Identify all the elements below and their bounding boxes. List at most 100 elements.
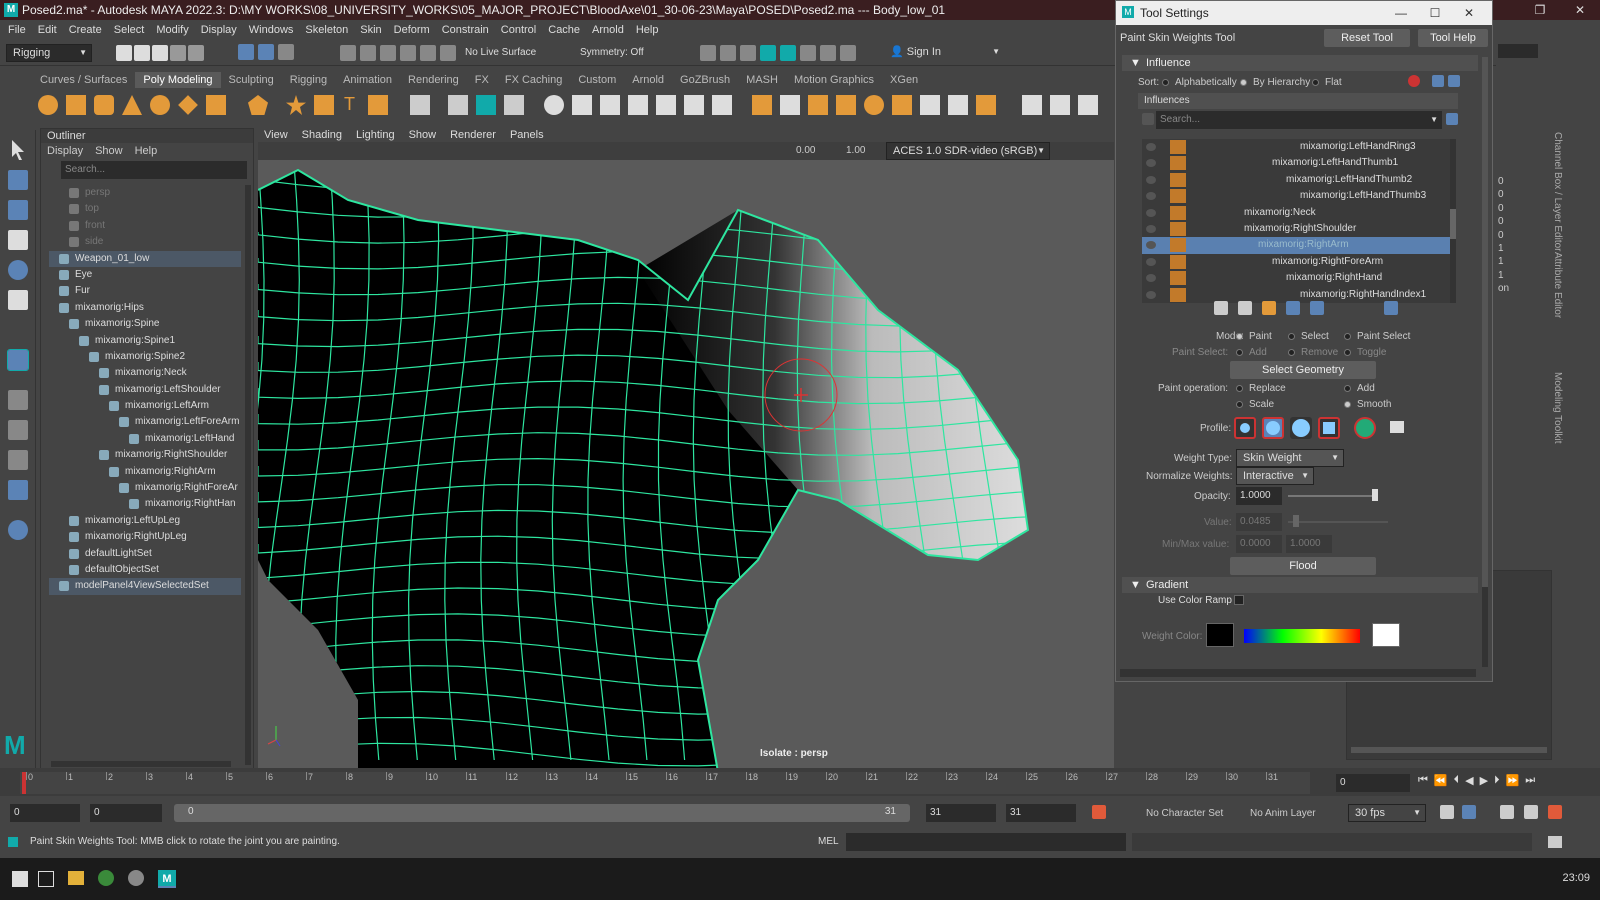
render-current-icon[interactable] [700, 45, 716, 61]
open-scene-icon[interactable] [134, 45, 150, 61]
script-language-label[interactable]: MEL [818, 832, 839, 852]
go-to-end-icon[interactable]: ⏭ [1525, 774, 1535, 792]
outliner-item[interactable]: top [49, 201, 241, 217]
influence-item[interactable]: mixamorig:RightHand [1142, 270, 1454, 286]
range-slider-bar[interactable]: 0 31 [174, 804, 910, 822]
influence-scrollbar[interactable] [1450, 139, 1456, 303]
outliner-search-input[interactable]: Search... [61, 161, 247, 179]
outliner-item[interactable]: mixamorig:RightShoulder [49, 447, 241, 463]
single-perspective-layout-icon[interactable] [8, 390, 28, 410]
weight-type-dropdown[interactable]: Skin Weight ▼ [1236, 449, 1344, 467]
smooth-icon[interactable] [476, 95, 496, 115]
opacity-field[interactable]: 1.0000 [1236, 487, 1282, 505]
influence-item[interactable]: mixamorig:RightArm [1142, 237, 1454, 254]
tool-help-button[interactable]: Tool Help [1418, 29, 1488, 47]
value-field[interactable]: 0.0485 [1236, 513, 1282, 531]
svg-icon[interactable] [368, 95, 388, 115]
paint-select-tool-icon[interactable] [8, 200, 28, 220]
shelf-tab[interactable]: FX [467, 72, 497, 88]
outliner-layout-icon[interactable] [8, 480, 28, 500]
tool-settings-v-scrollbar[interactable] [1482, 57, 1488, 667]
menu-skin[interactable]: Skin [360, 24, 381, 36]
menu-control[interactable]: Control [501, 24, 536, 36]
menu-constrain[interactable]: Constrain [442, 24, 489, 36]
snap-curve-icon[interactable] [360, 45, 376, 61]
select-by-hierarchy-icon[interactable] [238, 44, 254, 60]
chrome-icon[interactable] [98, 870, 114, 886]
influence-color-swatch[interactable] [1170, 254, 1186, 269]
channel-value[interactable]: on [1498, 283, 1509, 294]
viewport-panel[interactable]: View Shading Lighting Show Renderer Panels 0.… [258, 128, 1114, 772]
close-icon[interactable]: ✕ [1560, 0, 1600, 20]
soft-select-icon[interactable] [1078, 95, 1098, 115]
lock-view-icon[interactable] [1448, 75, 1460, 87]
shelf-tab[interactable]: Animation [335, 72, 400, 88]
script-editor-icon[interactable] [1548, 836, 1562, 848]
rotate-tool-icon[interactable] [8, 260, 28, 280]
step-forward-key-icon[interactable]: ⏩ [1506, 774, 1520, 792]
menu-cache[interactable]: Cache [548, 24, 580, 36]
preferences-icon[interactable] [1524, 805, 1538, 819]
auto-key-icon[interactable] [1092, 805, 1106, 819]
poly-cube-icon[interactable] [66, 95, 86, 115]
use-color-ramp-checkbox[interactable] [1234, 595, 1244, 605]
select-tool-icon[interactable] [12, 140, 24, 160]
influence-color-swatch[interactable] [1170, 140, 1186, 154]
gamma-field[interactable]: 1.00 [846, 145, 865, 156]
playback-start-field[interactable]: 0 [90, 804, 162, 822]
shelf-tab[interactable]: Sculpting [221, 72, 282, 88]
weight-hammer-icon[interactable] [1262, 301, 1276, 315]
weight-color-max-swatch[interactable] [1372, 623, 1400, 647]
app-icon[interactable] [128, 870, 144, 886]
extrude-icon[interactable] [600, 95, 620, 115]
time-slider[interactable]: 0 1 2 3 4 5 6 7 8 9 10 11 12 13 14 15 16 17 18 19 20 21 22 23 24… [0, 768, 1600, 796]
move-weights-icon[interactable] [1286, 301, 1300, 315]
edge-loop-icon[interactable] [836, 95, 856, 115]
outliner-scrollbar[interactable] [245, 185, 251, 765]
sound-icon[interactable] [1500, 805, 1514, 819]
outliner-item[interactable]: Fur [49, 283, 241, 299]
character-set-label[interactable]: No Character Set [1146, 808, 1223, 819]
influence-item[interactable]: mixamorig:Neck [1142, 205, 1454, 221]
outliner-item[interactable]: persp [49, 185, 241, 201]
step-back-key-icon[interactable]: ⏪ [1434, 774, 1448, 792]
render-settings-icon[interactable] [740, 45, 756, 61]
menu-arnold[interactable]: Arnold [592, 24, 624, 36]
shelf-tab[interactable]: Motion Graphics [786, 72, 882, 88]
influence-item[interactable]: mixamorig:LeftHandThumb3 [1142, 188, 1454, 204]
outliner-item[interactable]: mixamorig:LeftHand [49, 431, 241, 447]
outliner-item[interactable]: defaultLightSet [49, 546, 241, 562]
outliner-item[interactable]: Weapon_01_low [49, 250, 241, 267]
connect-icon[interactable] [780, 95, 800, 115]
sweep-mesh-icon[interactable] [314, 95, 334, 115]
opacity-slider[interactable] [1288, 495, 1378, 497]
shelf-tab[interactable]: Arnold [624, 72, 672, 88]
shelf-tab[interactable]: Poly Modeling [135, 72, 221, 88]
outliner-item[interactable]: mixamorig:LeftForeArm [49, 414, 241, 430]
slide-edge-icon[interactable] [920, 95, 940, 115]
multi-cut-icon[interactable] [712, 95, 732, 115]
outliner-item[interactable]: front [49, 218, 241, 234]
menu-skeleton[interactable]: Skeleton [305, 24, 348, 36]
exposure-field[interactable]: 0.00 [796, 145, 815, 156]
crease-icon[interactable] [976, 95, 996, 115]
file-explorer-icon[interactable] [68, 871, 84, 885]
sort-flat[interactable]: Flat [1312, 77, 1342, 88]
command-line-input[interactable] [846, 833, 1126, 851]
shelf-tab[interactable]: XGen [882, 72, 926, 88]
sort-by-hierarchy[interactable]: By Hierarchy [1240, 77, 1310, 88]
influence-item[interactable]: mixamorig:LeftHandThumb1 [1142, 155, 1454, 171]
flood-button[interactable]: Flood [1230, 557, 1376, 575]
fps-dropdown[interactable]: 30 fps ▼ [1348, 804, 1426, 822]
remesh-icon[interactable] [504, 95, 524, 115]
symmetry-label[interactable]: Symmetry: Off [580, 47, 644, 58]
visibility-eye-icon[interactable] [1146, 290, 1156, 299]
outliner-item[interactable]: mixamorig:RightArm [49, 464, 241, 480]
outliner-item[interactable]: defaultObjectSet [49, 562, 241, 578]
bridge-icon[interactable] [628, 95, 648, 115]
reset-sort-icon[interactable] [1408, 75, 1420, 87]
task-view-icon[interactable] [38, 871, 54, 887]
menu-edit[interactable]: Edit [38, 24, 57, 36]
cache-playback-icon[interactable] [1462, 805, 1476, 819]
save-scene-icon[interactable] [152, 45, 168, 61]
